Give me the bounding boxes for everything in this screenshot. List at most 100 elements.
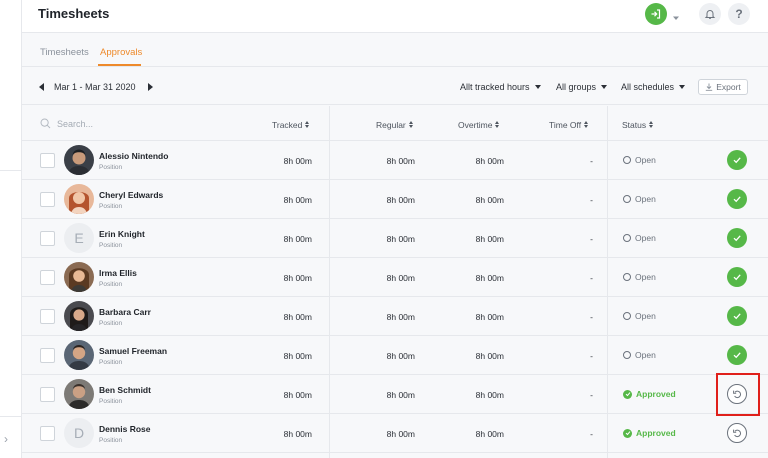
caret-down-icon <box>679 85 686 89</box>
export-button[interactable]: Export <box>698 79 748 95</box>
employee-name[interactable]: Barbara Carr <box>99 307 151 317</box>
tracked-cell: 8h 00m <box>283 429 312 439</box>
approve-button[interactable] <box>727 228 747 248</box>
approve-button[interactable] <box>727 189 747 209</box>
open-circle-icon <box>623 156 631 164</box>
clock-in-button[interactable] <box>645 3 667 25</box>
employee-name[interactable]: Ben Schmidt <box>99 385 151 395</box>
column-header-time-off[interactable]: Time Off <box>549 120 589 130</box>
tracked-hours-dropdown[interactable]: Allt tracked hours <box>460 82 541 92</box>
overtime-cell: 8h 00m <box>475 273 504 283</box>
regular-cell: 8h 00m <box>386 234 415 244</box>
avatar: D <box>64 418 94 448</box>
table-row: Irma Ellis Position 8h 00m 8h 00m 8h 00m… <box>22 258 768 297</box>
bell-icon <box>704 10 716 19</box>
overtime-cell: 8h 00m <box>475 234 504 244</box>
status-badge: Open <box>623 233 656 243</box>
employee-name[interactable]: Irma Ellis <box>99 268 137 278</box>
tab-approvals[interactable]: Approvals <box>100 47 142 58</box>
date-range-label[interactable]: Mar 1 - Mar 31 2020 <box>54 82 136 92</box>
employee-position: Position <box>99 359 123 366</box>
page-title: Timesheets <box>38 6 110 21</box>
help-button[interactable]: ? <box>728 3 750 25</box>
approve-button[interactable] <box>727 345 747 365</box>
row-checkbox[interactable] <box>40 309 55 324</box>
time-off-cell: - <box>590 156 593 166</box>
employee-name[interactable]: Alessio Nintendo <box>99 151 168 161</box>
employee-name[interactable]: Samuel Freeman <box>99 346 167 356</box>
avatar <box>64 145 94 175</box>
status-label: Approved <box>636 428 676 438</box>
sidebar-expand-chevron-icon[interactable]: › <box>4 432 8 446</box>
clock-in-dropdown-caret-icon[interactable] <box>672 9 680 20</box>
approved-check-icon <box>623 428 632 438</box>
overtime-cell: 8h 00m <box>475 195 504 205</box>
undo-approval-button[interactable] <box>727 423 747 443</box>
employee-position: Position <box>99 203 123 210</box>
status-label: Open <box>635 311 656 321</box>
status-label: Open <box>635 350 656 360</box>
status-label: Open <box>635 233 656 243</box>
next-period-arrow-icon[interactable] <box>148 83 153 91</box>
top-bar: Timesheets ? <box>22 0 768 33</box>
column-header-label: Status <box>622 120 647 130</box>
time-off-cell: - <box>590 273 593 283</box>
row-checkbox[interactable] <box>40 270 55 285</box>
approve-button[interactable] <box>727 306 747 326</box>
row-checkbox[interactable] <box>40 231 55 246</box>
groups-dropdown[interactable]: All groups <box>556 82 608 92</box>
status-badge: Open <box>623 155 656 165</box>
check-icon <box>733 313 741 320</box>
search-input[interactable] <box>57 118 177 129</box>
check-icon <box>733 235 741 242</box>
highlight-box <box>716 373 760 416</box>
open-circle-icon <box>623 273 631 281</box>
employee-position: Position <box>99 242 123 249</box>
column-header-tracked[interactable]: Tracked <box>272 120 310 130</box>
column-header-label: Tracked <box>272 120 303 130</box>
column-header-overtime[interactable]: Overtime <box>458 120 500 130</box>
tab-timesheets[interactable]: Timesheets <box>40 47 89 58</box>
status-badge: Open <box>623 194 656 204</box>
status-badge: Approved <box>623 428 676 438</box>
row-checkbox[interactable] <box>40 348 55 363</box>
sort-icon <box>408 121 413 128</box>
sign-in-icon <box>651 9 661 19</box>
status-label: Approved <box>636 389 676 399</box>
open-circle-icon <box>623 234 631 242</box>
employee-position: Position <box>99 281 123 288</box>
table-row: Barbara Carr Position 8h 00m 8h 00m 8h 0… <box>22 297 768 336</box>
row-checkbox[interactable] <box>40 153 55 168</box>
avatar: E <box>64 223 94 253</box>
main-content: Timesheets ? Timesheets Approvals Mar 1 … <box>22 0 768 458</box>
employee-name[interactable]: Cheryl Edwards <box>99 190 163 200</box>
schedules-dropdown[interactable]: All schedules <box>621 82 686 92</box>
notifications-button[interactable] <box>699 3 721 25</box>
approve-button[interactable] <box>727 267 747 287</box>
column-header-label: Overtime <box>458 120 493 130</box>
status-badge: Approved <box>623 389 676 399</box>
approve-button[interactable] <box>727 150 747 170</box>
column-header-status[interactable]: Status <box>622 120 654 130</box>
employee-position: Position <box>99 398 123 405</box>
table-row: Alessio Nintendo Position 8h 00m 8h 00m … <box>22 141 768 180</box>
check-icon <box>733 196 741 203</box>
row-checkbox[interactable] <box>40 387 55 402</box>
status-badge: Open <box>623 350 656 360</box>
overtime-cell: 8h 00m <box>475 156 504 166</box>
column-header-regular[interactable]: Regular <box>376 120 413 130</box>
time-off-cell: - <box>590 312 593 322</box>
row-checkbox[interactable] <box>40 426 55 441</box>
employee-name[interactable]: Erin Knight <box>99 229 145 239</box>
employee-name[interactable]: Dennis Rose <box>99 424 151 434</box>
table-row: Samuel Freeman Position 8h 00m 8h 00m 8h… <box>22 336 768 375</box>
previous-period-arrow-icon[interactable] <box>39 83 44 91</box>
table-row: Ben Schmidt Position 8h 00m 8h 00m 8h 00… <box>22 373 768 416</box>
row-checkbox[interactable] <box>40 192 55 207</box>
table-row: Cheryl Edwards Position 8h 00m 8h 00m 8h… <box>22 180 768 219</box>
tracked-cell: 8h 00m <box>283 156 312 166</box>
overtime-cell: 8h 00m <box>475 429 504 439</box>
check-icon <box>733 157 741 164</box>
active-tab-indicator <box>98 64 141 66</box>
open-circle-icon <box>623 351 631 359</box>
